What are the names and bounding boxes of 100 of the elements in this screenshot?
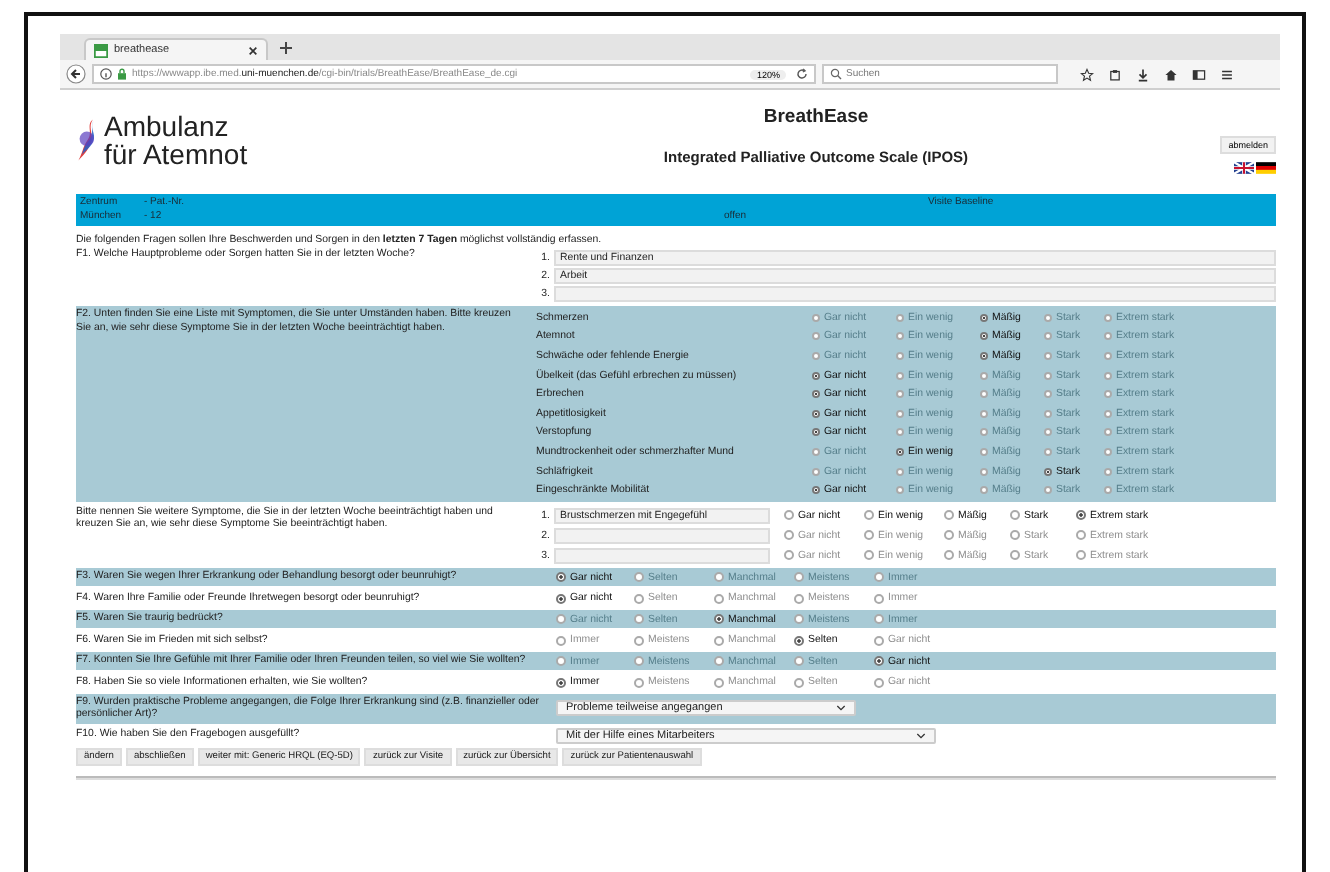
radio-button[interactable] (896, 390, 904, 399)
radio-button[interactable] (1104, 428, 1112, 437)
radio-button[interactable] (980, 409, 988, 418)
radio-button[interactable] (794, 593, 804, 604)
radio-button[interactable] (634, 572, 644, 583)
text-field[interactable] (554, 527, 770, 544)
radio-button[interactable] (1044, 313, 1052, 322)
radio-button[interactable] (896, 467, 904, 476)
radio-button[interactable] (1044, 332, 1052, 341)
radio-button[interactable] (1104, 351, 1112, 360)
radio-button[interactable] (944, 530, 954, 541)
radio-button[interactable] (1044, 467, 1052, 476)
radio-button[interactable] (896, 351, 904, 360)
close-icon[interactable] (248, 45, 258, 55)
radio-button[interactable] (714, 614, 724, 625)
radio-button[interactable] (1076, 530, 1086, 541)
text-field[interactable] (554, 547, 770, 564)
new-tab-icon[interactable] (280, 42, 292, 54)
radio-button[interactable] (1044, 428, 1052, 437)
radio-button[interactable] (1044, 486, 1052, 495)
radio-button[interactable] (556, 656, 566, 667)
radio-button[interactable] (1104, 332, 1112, 341)
radio-button[interactable] (714, 593, 724, 604)
radio-button[interactable] (1010, 550, 1020, 561)
radio-button[interactable] (980, 447, 988, 456)
radio-button[interactable] (812, 428, 820, 437)
radio-button[interactable] (1044, 447, 1052, 456)
radio-button[interactable] (794, 656, 804, 667)
radio-button[interactable] (634, 635, 644, 646)
home-icon[interactable] (1164, 67, 1178, 81)
radio-button[interactable] (794, 572, 804, 583)
radio-button[interactable] (556, 677, 566, 688)
radio-button[interactable] (980, 351, 988, 360)
radio-button[interactable] (556, 593, 566, 604)
radio-button[interactable] (784, 510, 794, 521)
radio-button[interactable] (896, 371, 904, 380)
radio-button[interactable] (896, 486, 904, 495)
radio-button[interactable] (794, 635, 804, 646)
sidebar-icon[interactable] (1192, 67, 1206, 81)
radio-button[interactable] (714, 677, 724, 688)
radio-button[interactable] (864, 510, 874, 521)
radio-button[interactable] (1044, 371, 1052, 380)
radio-button[interactable] (1104, 467, 1112, 476)
radio-button[interactable] (980, 371, 988, 380)
radio-button[interactable] (634, 614, 644, 625)
radio-button[interactable] (980, 390, 988, 399)
radio-button[interactable] (812, 447, 820, 456)
radio-button[interactable] (896, 447, 904, 456)
uk-flag-icon[interactable] (1234, 162, 1254, 174)
radio-button[interactable] (864, 550, 874, 561)
radio-button[interactable] (812, 351, 820, 360)
radio-button[interactable] (1044, 351, 1052, 360)
radio-button[interactable] (812, 390, 820, 399)
radio-button[interactable] (864, 530, 874, 541)
radio-button[interactable] (944, 510, 954, 521)
radio-button[interactable] (714, 635, 724, 646)
radio-button[interactable] (634, 677, 644, 688)
radio-button[interactable] (812, 371, 820, 380)
radio-button[interactable] (944, 550, 954, 561)
radio-button[interactable] (896, 409, 904, 418)
radio-button[interactable] (714, 572, 724, 583)
radio-button[interactable] (874, 614, 884, 625)
radio-button[interactable] (896, 313, 904, 322)
radio-button[interactable] (1104, 313, 1112, 322)
radio-button[interactable] (874, 656, 884, 667)
radio-button[interactable] (634, 656, 644, 667)
radio-button[interactable] (784, 530, 794, 541)
radio-button[interactable] (980, 486, 988, 495)
radio-button[interactable] (634, 593, 644, 604)
back-arrow-icon[interactable] (66, 64, 86, 84)
star-icon[interactable] (1080, 67, 1094, 81)
radio-button[interactable] (1044, 390, 1052, 399)
menu-icon[interactable] (1220, 67, 1234, 81)
radio-button[interactable] (1104, 371, 1112, 380)
radio-button[interactable] (1104, 409, 1112, 418)
radio-button[interactable] (874, 572, 884, 583)
radio-button[interactable] (980, 332, 988, 341)
clipboard-icon[interactable] (1108, 67, 1122, 81)
radio-button[interactable] (874, 635, 884, 646)
radio-button[interactable] (812, 332, 820, 341)
radio-button[interactable] (556, 572, 566, 583)
download-icon[interactable] (1136, 67, 1150, 81)
radio-button[interactable] (980, 467, 988, 476)
radio-button[interactable] (812, 409, 820, 418)
radio-button[interactable] (1010, 510, 1020, 521)
reload-icon[interactable] (796, 68, 808, 80)
radio-button[interactable] (556, 614, 566, 625)
text-field[interactable] (554, 285, 1276, 301)
radio-button[interactable] (812, 467, 820, 476)
radio-button[interactable] (794, 614, 804, 625)
radio-button[interactable] (812, 486, 820, 495)
radio-button[interactable] (1044, 409, 1052, 418)
radio-button[interactable] (784, 550, 794, 561)
radio-button[interactable] (1104, 447, 1112, 456)
radio-button[interactable] (794, 677, 804, 688)
radio-button[interactable] (1010, 530, 1020, 541)
radio-button[interactable] (980, 313, 988, 322)
radio-button[interactable] (812, 313, 820, 322)
radio-button[interactable] (714, 656, 724, 667)
radio-button[interactable] (896, 332, 904, 341)
